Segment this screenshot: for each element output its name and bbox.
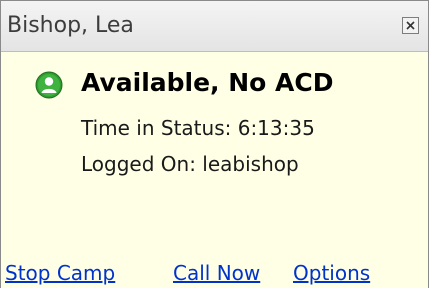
call-now-link[interactable]: Call Now <box>173 261 260 285</box>
logged-on: Logged On: leabishop <box>81 152 299 176</box>
options-link[interactable]: Options <box>293 261 370 285</box>
close-icon <box>406 21 415 30</box>
popup-title: Bishop, Lea <box>7 13 134 38</box>
action-links: Stop Camp Call Now Options <box>1 261 430 289</box>
time-in-status: Time in Status: 6:13:35 <box>81 116 315 140</box>
user-available-icon <box>35 71 63 99</box>
close-button[interactable] <box>402 17 419 34</box>
agent-status-popup: Bishop, Lea Available, No ACD Time in St… <box>0 0 429 288</box>
stop-camp-link[interactable]: Stop Camp <box>5 261 115 285</box>
status-label: Available, No ACD <box>81 68 334 97</box>
popup-titlebar: Bishop, Lea <box>1 1 428 52</box>
